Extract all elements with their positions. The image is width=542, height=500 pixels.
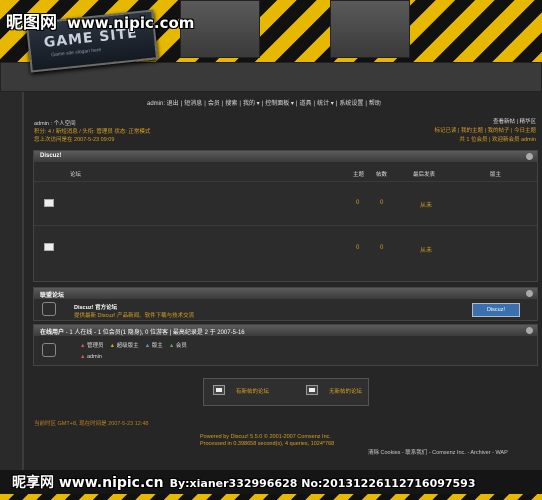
link-name[interactable]: Discuz! 官方论坛	[74, 303, 117, 311]
forum-row-2-posts: 0	[380, 245, 384, 251]
legend-new-posts: 有新帖的论坛	[236, 389, 270, 395]
user-line-1[interactable]: admin : 个人空间	[34, 119, 76, 127]
footer-timezone: 当前时区 GMT+8, 现在时间是 2007-5-23 12:48	[34, 421, 149, 427]
col-forum: 论坛	[70, 172, 82, 178]
collapse-icon[interactable]	[526, 290, 533, 297]
forum-row-1-posts: 0	[380, 200, 384, 206]
legend-no-new-posts: 无新帖的论坛	[329, 389, 363, 395]
divider	[34, 225, 537, 226]
watermark-url: www.nipic.com	[67, 14, 195, 32]
collapse-icon[interactable]	[526, 327, 533, 334]
col-threads: 主题	[353, 172, 365, 178]
col-posts: 帖数	[376, 172, 388, 178]
legend-mod: 版主	[151, 343, 163, 349]
link-logo-icon	[42, 302, 56, 316]
link-desc: 提供最新 Discuz! 产品新闻、软件下载与技术交流	[74, 313, 195, 319]
online-user[interactable]: ▲ admin	[80, 354, 102, 360]
new-posts-icon	[213, 385, 225, 395]
online-user-name[interactable]: admin	[87, 354, 102, 360]
hazard-stripe-bottom	[0, 494, 542, 500]
divider	[34, 181, 537, 182]
col-lastpost: 最后发表	[413, 172, 436, 178]
footer-powered[interactable]: Powered by Discuz! 5.5.0 © 2001-2007 Com…	[200, 434, 331, 440]
legend-member: 会员	[175, 343, 187, 349]
metal-plate	[330, 0, 410, 58]
tools-line-1[interactable]: 查看新帖 | 精华区	[493, 117, 536, 125]
footer-processed: Processed in 0.398658 second(s), 4 queri…	[200, 441, 335, 447]
online-title: 在线用户	[40, 330, 65, 336]
forum-status-icon	[44, 199, 54, 207]
nav-mine[interactable]: 我的 ▾	[243, 101, 260, 107]
forum-row-2-threads: 0	[356, 245, 360, 251]
nav-logout[interactable]: admin: 退出	[147, 101, 179, 107]
user-line-3: 您上次访问是在 2007-5-23 09:09	[34, 137, 115, 143]
nav-control-panel[interactable]: 控制面板 ▾	[265, 101, 294, 107]
forum-row-2-lastpost: 从未	[420, 248, 433, 254]
tools-line-2[interactable]: 标记已读 | 我的主题 | 我的帖子 | 今日主题	[435, 126, 536, 134]
nav-messages[interactable]: 短消息	[184, 101, 202, 107]
watermark-logo: 昵图网	[6, 13, 57, 33]
nav-search[interactable]: 搜索	[225, 101, 237, 107]
legend-super-mod: 超级版主	[116, 343, 139, 349]
forum-row-1-lastpost: 从未	[420, 203, 433, 209]
forum-panel-header: Discuz!	[34, 151, 537, 162]
links-panel-header: 联盟论坛	[34, 288, 537, 299]
collapse-icon[interactable]	[526, 153, 533, 160]
footer-links[interactable]: 清除 Cookies - 联系我们 - Comsenz Inc. - Archi…	[368, 448, 508, 456]
top-navigation: admin: 退出 | 短消息 | 会员 | 搜索 | 我的 ▾ | 控制面板 ▾ | 道具 | 统计 ▾ |…	[147, 101, 381, 107]
watermark-bottom-logo: 昵享网	[12, 475, 54, 491]
link-badge[interactable]: Discuz!	[472, 303, 520, 317]
legend-admin: 管理员	[86, 343, 104, 349]
forum-row-1-threads: 0	[356, 200, 360, 206]
forum-status-icon	[44, 243, 54, 251]
online-summary: - 1 人在线 - 1 位会员(1 隐身), 0 位游客 | 最高纪录是 2 于…	[65, 330, 245, 336]
watermark-bottom: 昵享网 www.nipic.cn By:xianer332996628 No:20…	[12, 472, 476, 492]
nav-items[interactable]: 道具	[299, 101, 311, 107]
user-line-2: 积分: 4 / 新短消息 / 头衔: 管理员 状态: 正常模式	[34, 129, 151, 135]
nav-help[interactable]: 帮助	[369, 101, 381, 107]
links-panel-title: 联盟论坛	[40, 293, 65, 299]
online-panel-header: 在线用户 - 1 人在线 - 1 位会员(1 隐身), 0 位游客 | 最高纪录…	[34, 325, 537, 336]
forum-panel: Discuz!	[33, 150, 538, 282]
forum-panel-title[interactable]: Discuz!	[40, 153, 61, 159]
online-icon	[42, 343, 56, 357]
tools-line-3: 共 1 位会员 | 欢迎新会员 admin	[459, 137, 536, 143]
nav-settings[interactable]: 系统设置	[339, 101, 363, 107]
online-legend: ▲ 管理员 ▲ 超级版主 ▲ 版主 ▲ 会员	[80, 343, 187, 349]
nav-members[interactable]: 会员	[208, 101, 220, 107]
col-moderator: 版主	[490, 172, 502, 178]
nav-stats[interactable]: 统计 ▾	[317, 101, 334, 107]
watermark-bottom-url: www.nipic.cn	[58, 475, 164, 491]
watermark-top: 昵图网 www.nipic.com	[6, 8, 194, 33]
no-new-posts-icon	[306, 385, 318, 395]
watermark-bottom-id: By:xianer332996628 No:201312261127160975…	[169, 477, 476, 490]
